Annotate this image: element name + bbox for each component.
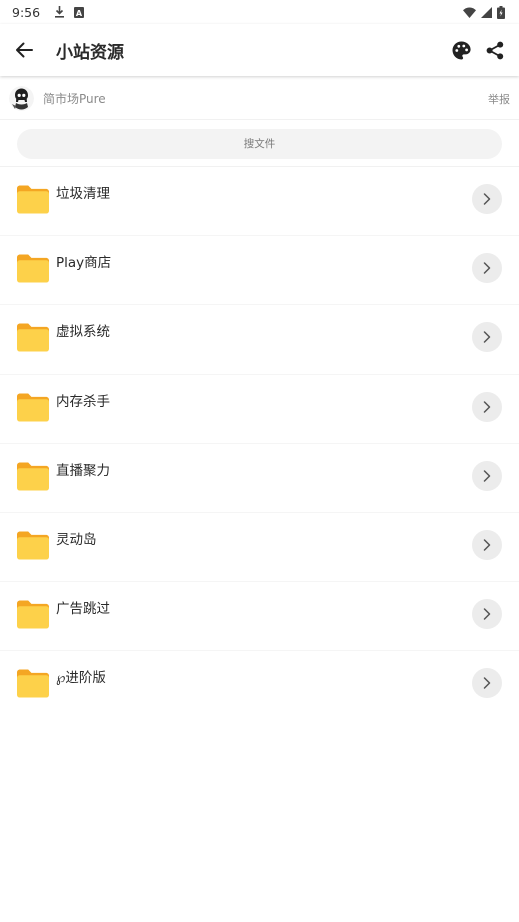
status-bar: 9:56 A	[0, 0, 519, 24]
folder-row[interactable]: 直播聚力	[0, 444, 519, 513]
open-folder-button[interactable]	[472, 391, 502, 422]
folder-icon	[17, 254, 49, 283]
folder-icon	[17, 185, 49, 214]
chevron-right-icon	[483, 331, 491, 344]
signal-icon	[481, 6, 492, 18]
open-folder-button[interactable]	[472, 460, 502, 491]
folder-icon	[17, 393, 49, 422]
folder-icon	[17, 462, 49, 491]
open-folder-button[interactable]	[472, 599, 502, 630]
wifi-icon	[463, 7, 476, 18]
chevron-right-icon	[483, 608, 491, 620]
status-time: 9:56	[12, 4, 41, 20]
folder-icon	[17, 600, 49, 629]
folder-label: 内存杀手	[56, 393, 110, 410]
download-icon	[55, 6, 65, 18]
folder-label: 虚拟系统	[56, 324, 110, 341]
folder-row[interactable]: 虚拟系统	[0, 305, 519, 375]
share-icon	[486, 41, 504, 59]
app-bar: 小站资源	[0, 24, 519, 76]
avatar	[9, 86, 34, 111]
avatar-image	[9, 86, 34, 111]
open-folder-button[interactable]	[472, 253, 502, 284]
chevron-right-icon	[483, 677, 491, 690]
folder-row[interactable]: 垃圾清理	[0, 167, 519, 237]
folder-row[interactable]: 灵动岛	[0, 513, 519, 583]
app-bar-actions	[447, 36, 509, 64]
share-button[interactable]	[481, 36, 509, 64]
chevron-right-icon	[483, 400, 491, 413]
a-box-icon: A	[74, 6, 85, 18]
open-folder-button[interactable]	[472, 184, 502, 214]
folder-row[interactable]: 内存杀手	[0, 375, 519, 444]
palette-icon	[452, 41, 471, 59]
owner-name: 简市场Pure	[43, 92, 106, 106]
open-folder-button[interactable]	[472, 529, 502, 560]
open-folder-button[interactable]	[472, 322, 502, 353]
chevron-right-icon	[483, 539, 491, 551]
folder-label: 灵动岛	[56, 531, 97, 548]
folder-label: 直播聚力	[56, 462, 110, 479]
owner-row[interactable]: 简市场Pure 举报	[0, 78, 519, 120]
report-button[interactable]: 举报	[488, 91, 510, 107]
open-folder-button[interactable]	[472, 668, 502, 699]
folder-label: 广告跳过	[56, 601, 110, 618]
folder-icon	[17, 323, 49, 352]
status-left: 9:56 A	[12, 4, 85, 20]
search-bar	[0, 121, 519, 167]
folder-row[interactable]: 广告跳过	[0, 582, 519, 652]
status-right	[463, 5, 505, 19]
folder-row[interactable]: Play商店	[0, 236, 519, 306]
svg-text:A: A	[76, 9, 83, 18]
search-input[interactable]	[17, 128, 502, 159]
battery-icon	[497, 5, 505, 19]
chevron-right-icon	[483, 470, 491, 482]
folder-list: 垃圾清理 Play商店 虚拟系统内存杀手直播聚力灵动岛广告跳过 ℘进阶版	[0, 167, 519, 721]
folder-icon	[17, 669, 49, 698]
page-title: 小站资源	[56, 42, 124, 63]
folder-label: 垃圾清理	[56, 186, 110, 202]
back-button[interactable]	[0, 26, 48, 74]
arrow-left-icon	[16, 42, 33, 58]
status-notification-icons: A	[54, 6, 85, 18]
folder-label: ℘进阶版	[56, 670, 106, 687]
folder-icon	[17, 531, 49, 560]
theme-button[interactable]	[447, 36, 475, 64]
folder-row[interactable]: ℘进阶版	[0, 651, 519, 720]
chevron-right-icon	[483, 193, 491, 205]
chevron-right-icon	[483, 262, 491, 274]
folder-label: Play商店	[56, 255, 112, 272]
